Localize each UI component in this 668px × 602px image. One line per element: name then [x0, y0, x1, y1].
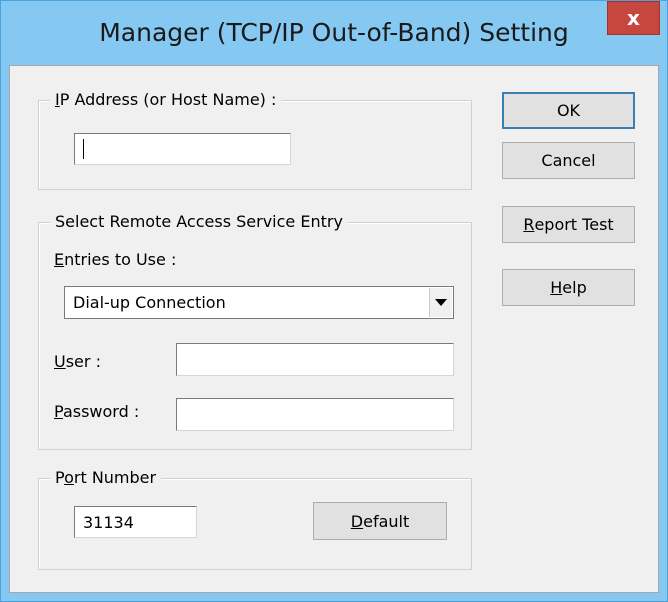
close-button[interactable]: x [607, 1, 660, 35]
remote-access-group-label: Select Remote Access Service Entry [50, 212, 348, 231]
password-input[interactable] [176, 398, 454, 431]
close-icon: x [627, 6, 640, 30]
title-bar[interactable]: Manager (TCP/IP Out-of-Band) Setting x [1, 1, 667, 65]
port-number-group-label: Port Number [50, 468, 162, 487]
ok-button[interactable]: OK [502, 92, 635, 129]
chevron-down-icon [435, 299, 447, 306]
dialog-client-area: IP Address (or Host Name) : Select Remot… [9, 65, 659, 593]
password-label: Password : [54, 402, 140, 421]
user-label: User : [54, 352, 101, 371]
entries-dropdown[interactable]: Dial-up Connection [64, 286, 454, 319]
ip-address-group-label: IP Address (or Host Name) : [50, 90, 282, 109]
report-test-button[interactable]: Report Test [502, 206, 635, 243]
entries-label: Entries to Use : [54, 250, 177, 269]
user-input[interactable] [176, 343, 454, 376]
port-number-input[interactable]: 31134 [74, 506, 197, 538]
text-cursor [83, 139, 84, 159]
port-number-value: 31134 [83, 512, 134, 532]
dropdown-button[interactable] [429, 288, 452, 317]
dialog-window: Manager (TCP/IP Out-of-Band) Setting x I… [0, 0, 668, 602]
window-title: Manager (TCP/IP Out-of-Band) Setting [99, 18, 569, 47]
cancel-button[interactable]: Cancel [502, 142, 635, 179]
entries-selected-value: Dial-up Connection [73, 293, 226, 312]
ip-address-input[interactable] [74, 133, 291, 165]
default-button[interactable]: Default [313, 502, 447, 540]
help-button[interactable]: Help [502, 269, 635, 306]
